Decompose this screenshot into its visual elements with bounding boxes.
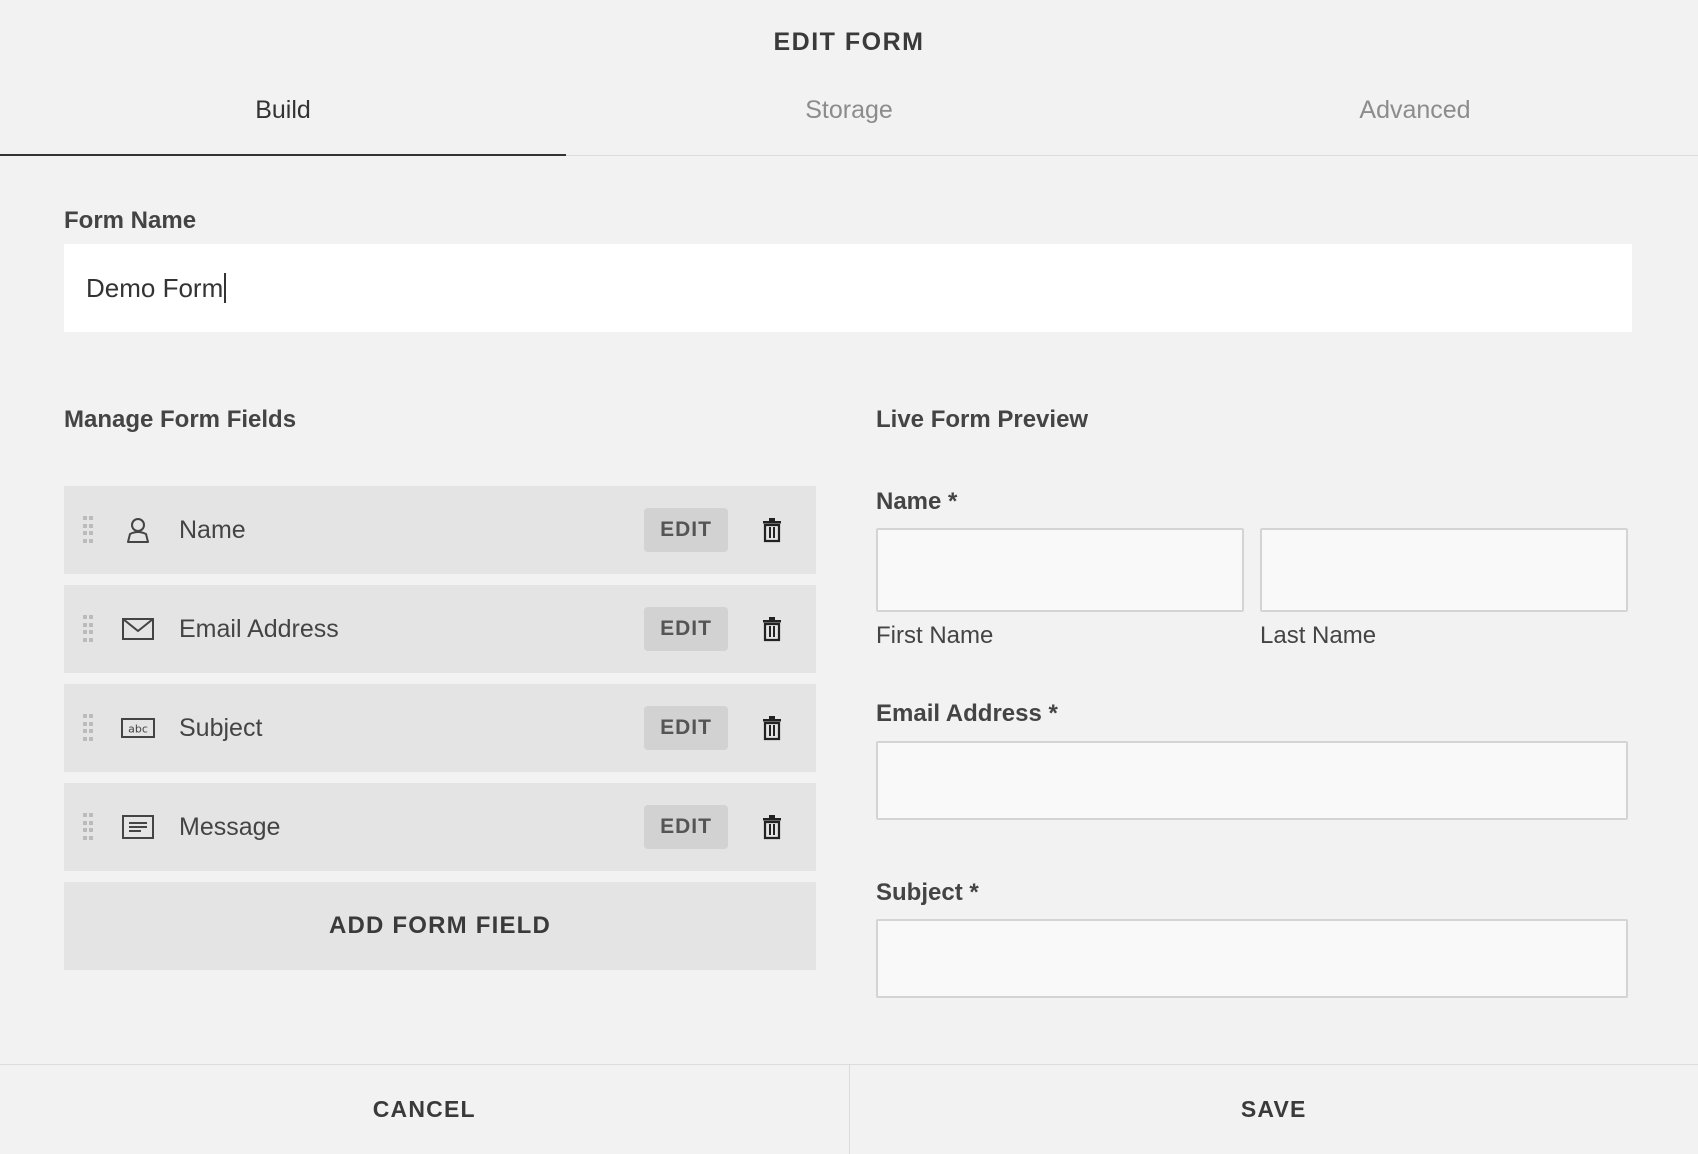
preview-email-label: Email Address *: [876, 700, 1058, 727]
preview-first-name-input[interactable]: [876, 528, 1244, 612]
cancel-button[interactable]: CANCEL: [0, 1065, 850, 1154]
drag-handle-icon[interactable]: [83, 714, 93, 742]
drag-handle-icon[interactable]: [83, 615, 93, 643]
drag-handle-icon[interactable]: [83, 516, 93, 544]
form-name-input[interactable]: Demo Form: [64, 244, 1632, 332]
field-label: Email Address: [179, 615, 339, 643]
tab-storage[interactable]: Storage: [566, 86, 1132, 156]
edit-button[interactable]: EDIT: [644, 706, 728, 750]
form-name-value: Demo Form: [86, 272, 224, 303]
preview-email-input[interactable]: [876, 741, 1628, 820]
tab-bar: Build Storage Advanced: [0, 86, 1698, 156]
person-icon: [121, 514, 155, 546]
live-preview-title: Live Form Preview: [876, 406, 1089, 433]
preview-name-label: Name *: [876, 488, 958, 515]
tab-advanced[interactable]: Advanced: [1132, 86, 1698, 156]
field-label: Name: [179, 516, 246, 544]
svg-text:abc: abc: [128, 723, 148, 736]
trash-icon[interactable]: [761, 814, 783, 840]
edit-button[interactable]: EDIT: [644, 607, 728, 651]
edit-button[interactable]: EDIT: [644, 508, 728, 552]
modal-footer: CANCEL SAVE: [0, 1064, 1698, 1154]
modal-title: EDIT FORM: [773, 28, 925, 56]
text-caret: [224, 273, 227, 303]
field-label: Subject: [179, 714, 263, 742]
add-form-field-button[interactable]: ADD FORM FIELD: [64, 882, 816, 970]
field-label: Message: [179, 813, 281, 841]
abc-text-icon: abc: [121, 712, 155, 744]
edit-button[interactable]: EDIT: [644, 805, 728, 849]
trash-icon[interactable]: [761, 517, 783, 543]
preview-last-name-caption: Last Name: [1260, 622, 1377, 649]
drag-handle-icon[interactable]: [83, 813, 93, 841]
field-row-subject[interactable]: abc Subject EDIT: [64, 684, 816, 772]
trash-icon[interactable]: [761, 715, 783, 741]
manage-fields-title: Manage Form Fields: [64, 406, 297, 433]
preview-subject-input[interactable]: [876, 919, 1628, 998]
field-row-email[interactable]: Email Address EDIT: [64, 585, 816, 673]
envelope-icon: [121, 613, 155, 645]
preview-first-name-caption: First Name: [876, 622, 994, 649]
field-row-message[interactable]: Message EDIT: [64, 783, 816, 871]
form-name-label: Form Name: [64, 207, 197, 234]
tab-build[interactable]: Build: [0, 86, 566, 156]
field-list: Name EDIT Email Address EDIT abc Subject…: [64, 486, 816, 970]
preview-subject-label: Subject *: [876, 879, 979, 906]
field-row-name[interactable]: Name EDIT: [64, 486, 816, 574]
textarea-icon: [121, 811, 155, 843]
preview-last-name-input[interactable]: [1260, 528, 1628, 612]
save-button[interactable]: SAVE: [850, 1065, 1698, 1154]
modal-header: EDIT FORM Build Storage Advanced: [0, 0, 1698, 156]
trash-icon[interactable]: [761, 616, 783, 642]
